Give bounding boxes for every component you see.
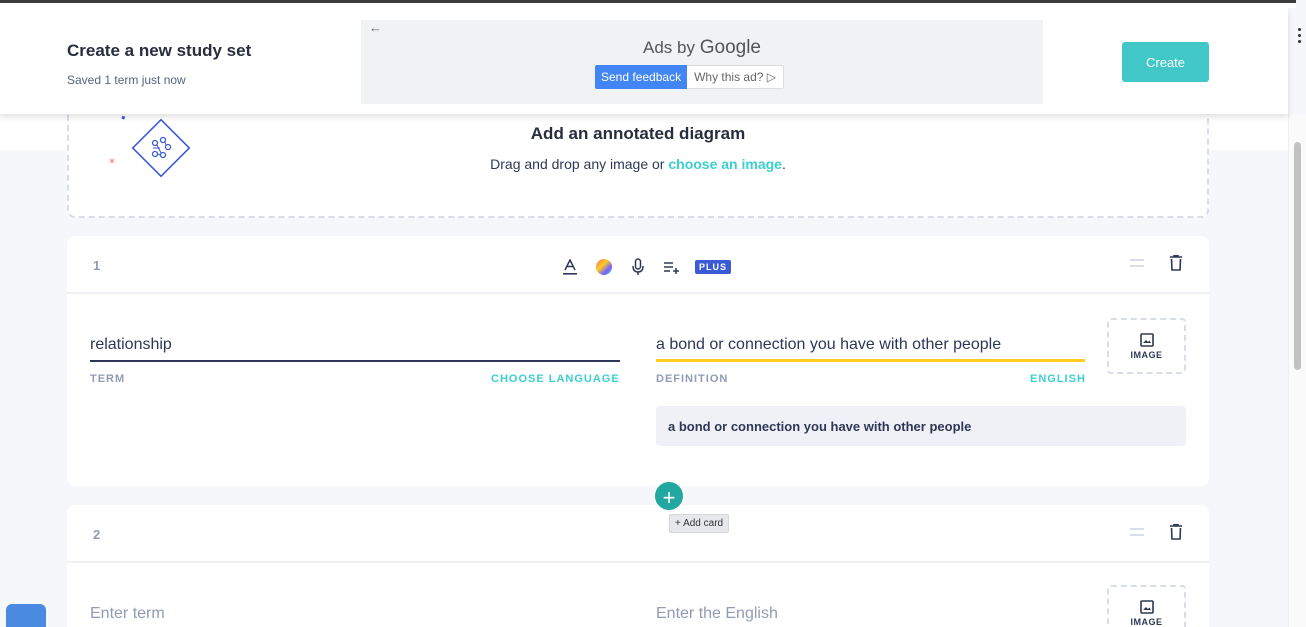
image-icon [1139, 332, 1154, 347]
shield-icon[interactable] [6, 604, 46, 627]
send-feedback-button[interactable]: Send feedback [595, 65, 688, 89]
diagram-dropzone[interactable]: Add an annotated diagram Drag and drop a… [67, 100, 1209, 218]
choose-language-link[interactable]: CHOOSE LANGUAGE [491, 373, 620, 385]
diagram-text: Drag and drop any image or [490, 156, 665, 172]
drag-handle-icon[interactable] [1130, 259, 1144, 271]
definition-underline-active [656, 359, 1085, 362]
card-number: 2 [93, 527, 101, 542]
card-header: 2 [67, 505, 1209, 563]
term-card-1: 1 PLUS relationship TERM CHOOSE LANGUAGE… [67, 236, 1209, 486]
card-header: 1 PLUS [67, 236, 1209, 294]
scrollbar-thumb[interactable] [1294, 142, 1301, 370]
drag-handle-icon[interactable] [1130, 528, 1144, 540]
add-list-icon[interactable] [661, 256, 683, 278]
trash-icon[interactable] [1170, 523, 1182, 545]
why-this-ad-button[interactable]: Why this ad? ▷ [687, 65, 784, 89]
card-number: 1 [93, 258, 101, 273]
more-options-icon[interactable] [1298, 28, 1302, 46]
trash-icon[interactable] [1170, 254, 1182, 276]
create-button[interactable]: Create [1122, 42, 1209, 82]
image-upload-button[interactable]: IMAGE [1107, 318, 1186, 374]
format-toolbar: PLUS [559, 256, 732, 278]
diagram-text-end: . [781, 156, 786, 172]
add-card-tooltip: + Add card [669, 514, 730, 533]
definition-suggestion[interactable]: a bond or connection you have with other… [656, 406, 1186, 446]
image-upload-button[interactable]: IMAGE [1107, 585, 1186, 627]
scrollbar[interactable] [1288, 114, 1306, 627]
ads-by-google: Ads by Google [361, 37, 1043, 59]
image-label: IMAGE [1130, 616, 1163, 627]
google-label: Google [699, 37, 761, 58]
suggestion-text: a bond or connection you have with other… [668, 419, 972, 434]
definition-language-link[interactable]: ENGLISH [1030, 373, 1086, 385]
image-label: IMAGE [1130, 349, 1163, 360]
diagram-icon: * [109, 115, 191, 178]
window-top-edge [0, 0, 1296, 8]
diagram-title: Add an annotated diagram [530, 124, 746, 143]
plus-badge[interactable]: PLUS [695, 260, 732, 274]
choose-image-link[interactable]: choose an image [668, 156, 782, 172]
term-field[interactable]: relationship [90, 336, 172, 354]
term-card-2: 2 Enter term Enter the English IMAGE [67, 505, 1209, 627]
ad-banner: ← Ads by Google Send feedback Why this a… [361, 20, 1043, 104]
definition-input[interactable]: Enter the English [656, 605, 778, 623]
page-title: Create a new study set [67, 41, 252, 60]
text-format-icon[interactable] [559, 256, 581, 278]
definition-field[interactable]: a bond or connection you have with other… [656, 336, 1001, 354]
microphone-icon[interactable] [627, 256, 649, 278]
save-status: Saved 1 term just now [67, 73, 186, 87]
svg-text:*: * [109, 156, 115, 170]
ads-by-label: Ads by [643, 38, 695, 57]
term-underline [90, 360, 620, 362]
header: Create a new study set Saved 1 term just… [0, 8, 1288, 114]
diagram-instructions: Drag and drop any image or choose an ima… [69, 156, 1207, 172]
image-icon [1139, 599, 1154, 614]
term-input[interactable]: Enter term [90, 605, 165, 623]
term-label: TERM [90, 373, 126, 385]
add-card-button[interactable]: + [653, 480, 685, 512]
definition-label: DEFINITION [656, 373, 729, 385]
back-arrow-icon[interactable]: ← [369, 20, 382, 35]
color-palette-icon[interactable] [593, 256, 615, 278]
